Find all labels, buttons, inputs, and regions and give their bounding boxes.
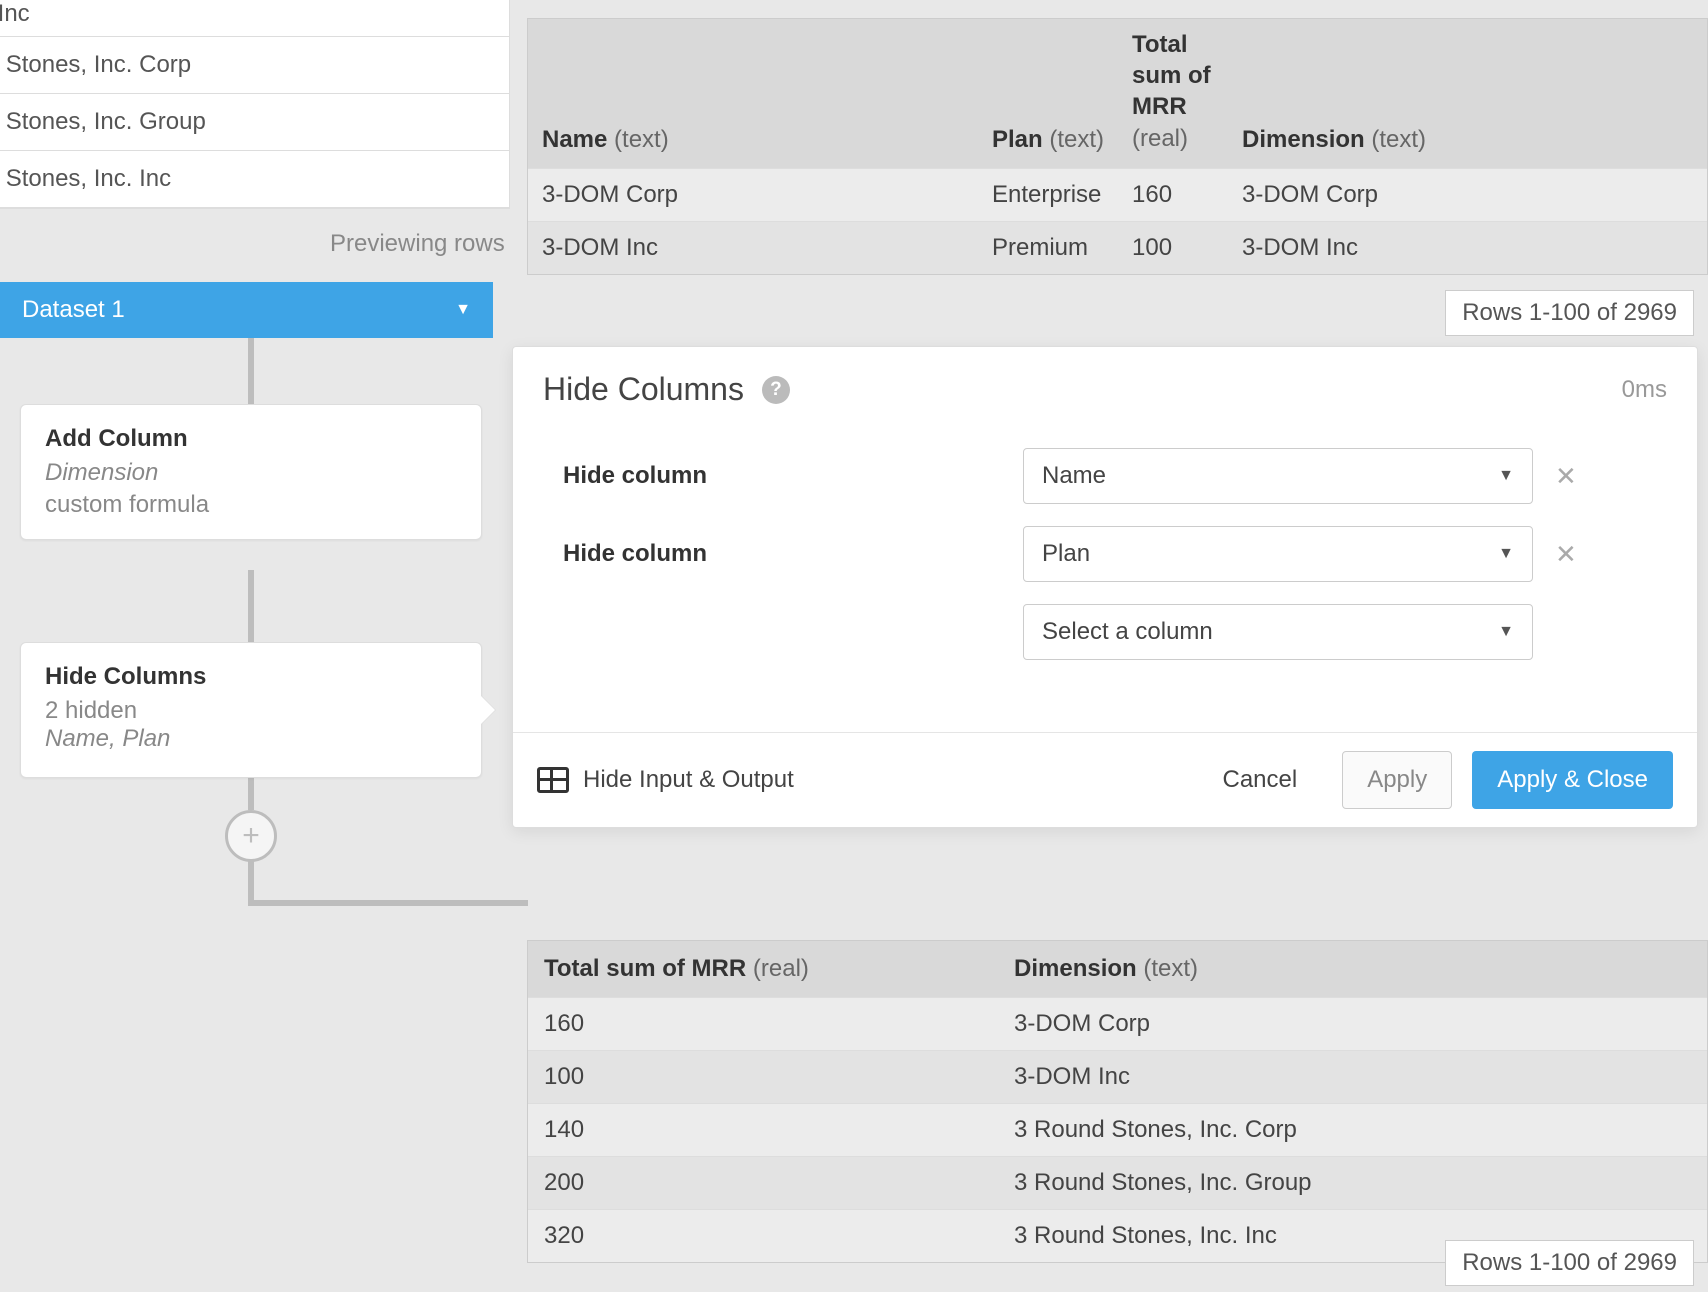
remove-button[interactable]: ✕: [1555, 539, 1585, 570]
apply-button[interactable]: Apply: [1342, 751, 1452, 809]
node-title: Add Column: [45, 425, 457, 453]
add-step-button[interactable]: +: [225, 810, 277, 862]
field-label: Hide column: [563, 540, 1023, 568]
node-title: Hide Columns: [45, 663, 457, 691]
select-value: Name: [1042, 462, 1106, 490]
cell-name: 3-DOM Corp: [542, 181, 992, 209]
hide-column-field: Hide column Name ▼ ✕: [563, 448, 1647, 504]
field-label: Hide column: [563, 462, 1023, 490]
node-subtitle: 2 hidden: [45, 697, 457, 725]
table-row: 3-DOM Corp Enterprise 160 3-DOM Corp: [528, 168, 1707, 221]
column-select[interactable]: Plan ▼: [1023, 526, 1533, 582]
chevron-down-icon: ▼: [1498, 623, 1514, 641]
cancel-button[interactable]: Cancel: [1197, 751, 1322, 809]
bg-row: und Stones, Inc. Corp: [0, 37, 509, 94]
column-select-placeholder[interactable]: Select a column ▼: [1023, 604, 1533, 660]
timing-label: 0ms: [1622, 376, 1667, 404]
col-header-name[interactable]: Name (text): [542, 126, 992, 154]
hide-column-field: Hide column Plan ▼ ✕: [563, 526, 1647, 582]
col-header-mrr[interactable]: Total sum of MRR (real): [544, 955, 1014, 983]
background-table: JM Inc und Stones, Inc. Corp und Stones,…: [0, 0, 510, 209]
dataset-header[interactable]: Dataset 1 ▼: [0, 282, 493, 338]
bg-row: und Stones, Inc. Inc: [0, 151, 509, 208]
cell-dimension: 3-DOM Inc: [1242, 234, 1693, 262]
bg-row: JM Inc: [0, 0, 509, 37]
flow-node-add-column[interactable]: Add Column Dimension custom formula: [20, 404, 482, 540]
rows-counter: Rows 1-100 of 2969: [1445, 290, 1694, 336]
hide-columns-modal: Hide Columns ? 0ms Hide column Name ▼ ✕ …: [512, 346, 1698, 828]
cell-dimension: 3-DOM Corp: [1242, 181, 1693, 209]
flow-node-hide-columns[interactable]: Hide Columns 2 hidden Name, Plan: [20, 642, 482, 778]
close-icon: ✕: [1555, 539, 1577, 569]
select-value: Select a column: [1042, 618, 1213, 646]
apply-close-button[interactable]: Apply & Close: [1472, 751, 1673, 809]
cell-mrr: 200: [544, 1169, 1014, 1197]
modal-body: Hide column Name ▼ ✕ Hide column Plan ▼ …: [513, 418, 1697, 732]
node-subtitle: Dimension: [45, 459, 457, 487]
dataset-title: Dataset 1: [22, 296, 125, 324]
cell-dimension: 3-DOM Corp: [1014, 1010, 1691, 1038]
cell-mrr: 160: [1132, 181, 1242, 209]
close-icon: ✕: [1555, 461, 1577, 491]
modal-header: Hide Columns ? 0ms: [513, 347, 1697, 418]
remove-button[interactable]: ✕: [1555, 461, 1585, 492]
table-icon: [537, 767, 569, 793]
hide-column-field: Select a column ▼ ✕: [563, 604, 1647, 660]
cell-plan: Premium: [992, 234, 1132, 262]
table-row: 200 3 Round Stones, Inc. Group: [528, 1156, 1707, 1209]
cell-mrr: 100: [1132, 234, 1242, 262]
col-header-dimension[interactable]: Dimension (text): [1242, 126, 1693, 154]
table-header-row: Total sum of MRR (real) Dimension (text): [528, 941, 1707, 997]
table-header-row: Name (text) Plan (text) Total sum of MRR…: [528, 19, 1707, 168]
previewing-label: Previewing rows: [330, 230, 505, 258]
node-detail: custom formula: [45, 491, 457, 519]
column-select[interactable]: Name ▼: [1023, 448, 1533, 504]
table-row: 160 3-DOM Corp: [528, 997, 1707, 1050]
cell-dimension: 3-DOM Inc: [1014, 1063, 1691, 1091]
col-header-plan[interactable]: Plan (text): [992, 126, 1132, 154]
cell-dimension: 3 Round Stones, Inc. Corp: [1014, 1116, 1691, 1144]
chevron-down-icon: ▼: [455, 301, 471, 319]
table-row: 3-DOM Inc Premium 100 3-DOM Inc: [528, 221, 1707, 274]
chevron-down-icon: ▼: [1498, 467, 1514, 485]
modal-title: Hide Columns: [543, 371, 744, 408]
flow-connector: [248, 855, 254, 905]
chevron-down-icon: ▼: [1498, 545, 1514, 563]
modal-footer: Hide Input & Output Cancel Apply Apply &…: [513, 732, 1697, 827]
help-icon[interactable]: ?: [762, 376, 790, 404]
table-row: 100 3-DOM Inc: [528, 1050, 1707, 1103]
cell-mrr: 140: [544, 1116, 1014, 1144]
select-value: Plan: [1042, 540, 1090, 568]
output-preview-table: Total sum of MRR (real) Dimension (text)…: [527, 940, 1708, 1263]
node-detail: Name, Plan: [45, 725, 457, 753]
col-header-mrr[interactable]: Total sum of MRR(real): [1132, 29, 1242, 154]
cell-plan: Enterprise: [992, 181, 1132, 209]
cell-dimension: 3 Round Stones, Inc. Group: [1014, 1169, 1691, 1197]
cell-mrr: 100: [544, 1063, 1014, 1091]
hide-io-toggle[interactable]: Hide Input & Output: [537, 766, 1177, 794]
cell-name: 3-DOM Inc: [542, 234, 992, 262]
bg-row: und Stones, Inc. Group: [0, 94, 509, 151]
flow-connector: [248, 900, 528, 906]
plus-icon: +: [242, 819, 260, 853]
col-header-dimension[interactable]: Dimension (text): [1014, 955, 1691, 983]
hide-io-label: Hide Input & Output: [583, 766, 794, 794]
input-preview-table: Name (text) Plan (text) Total sum of MRR…: [527, 18, 1708, 275]
cell-mrr: 160: [544, 1010, 1014, 1038]
table-row: 140 3 Round Stones, Inc. Corp: [528, 1103, 1707, 1156]
cell-mrr: 320: [544, 1222, 1014, 1250]
flow-connector: [248, 338, 254, 404]
rows-counter: Rows 1-100 of 2969: [1445, 1240, 1694, 1286]
